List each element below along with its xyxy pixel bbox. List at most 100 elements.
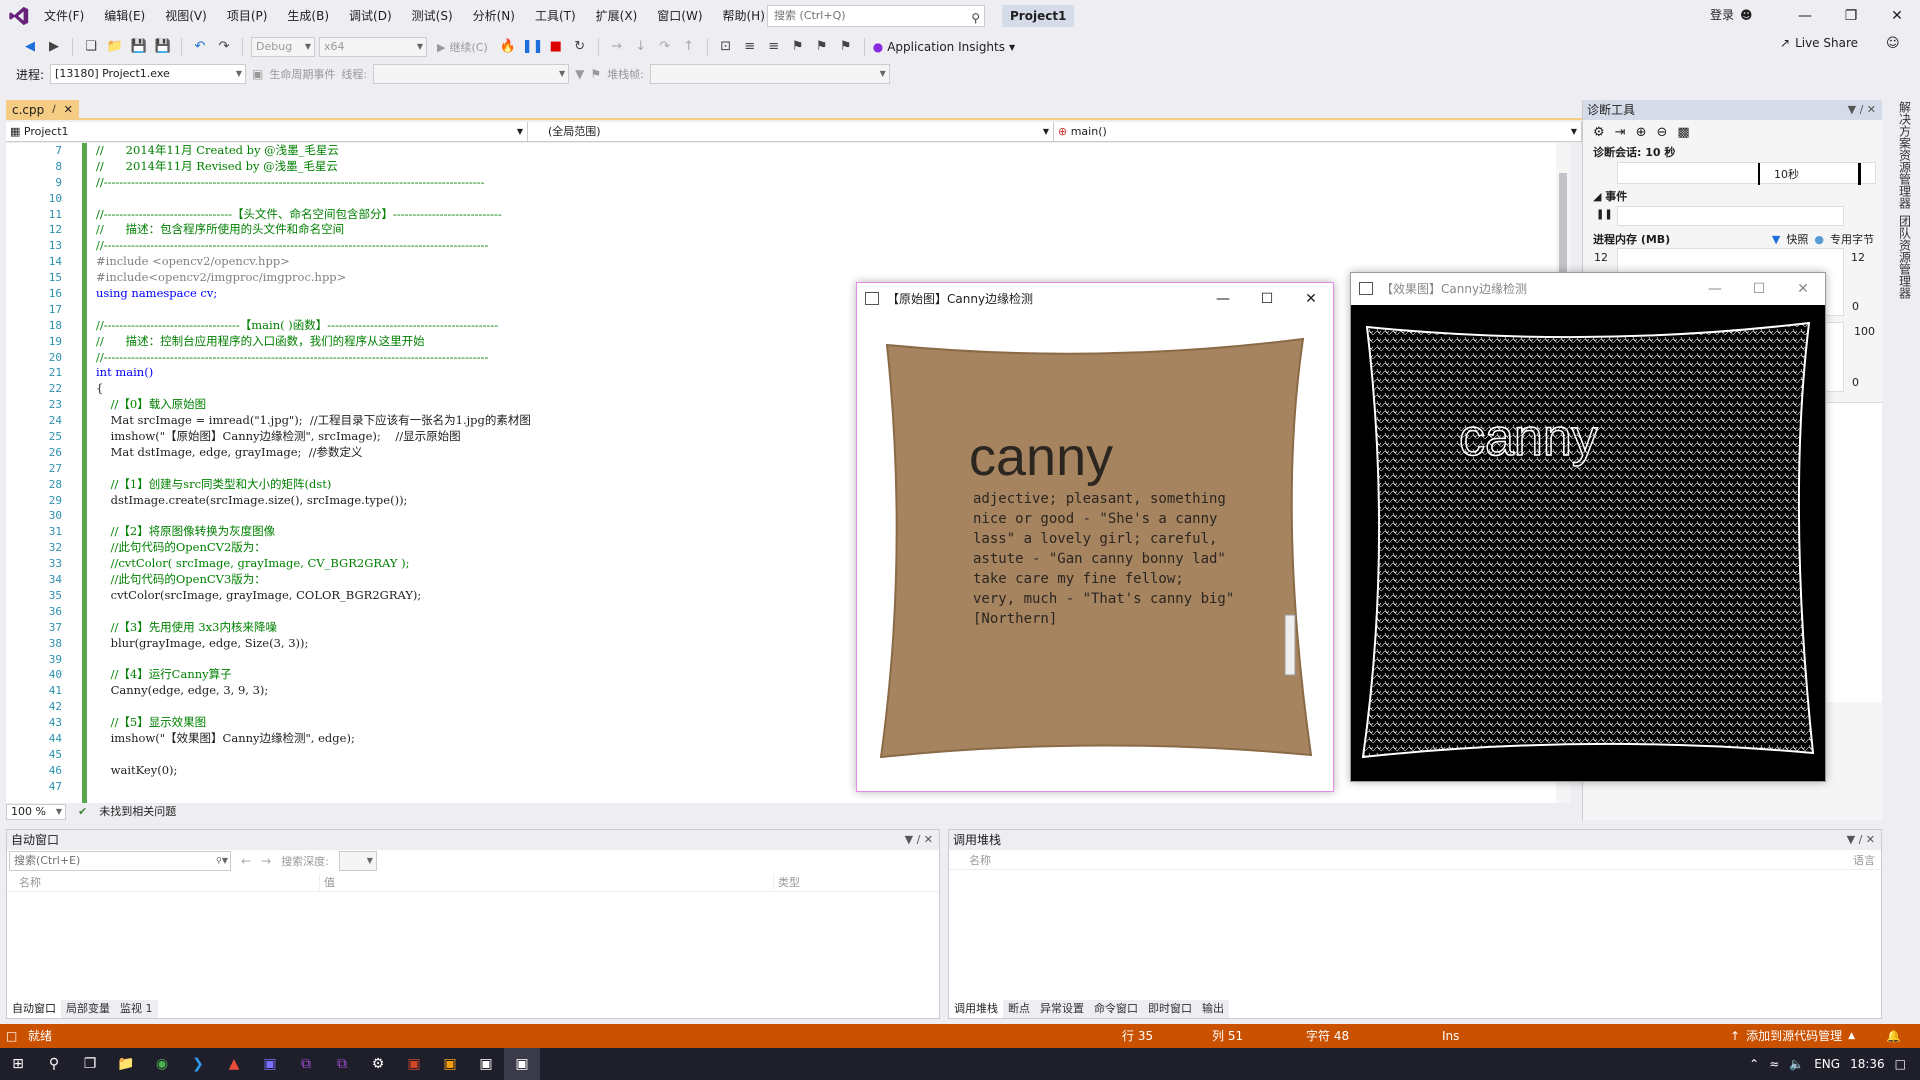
status-ins[interactable]: Ins [1442, 1024, 1459, 1048]
menu-build[interactable]: 生成(B) [279, 0, 337, 32]
code-line[interactable]: waitKey(0); [96, 763, 1556, 779]
project-dropdown[interactable]: ▦ Project1 ▼ [6, 121, 528, 142]
zoom-in-icon[interactable]: ⊕ [1636, 125, 1647, 140]
visual-studio-icon[interactable]: ⧉ [324, 1048, 360, 1080]
code-line[interactable]: //---------------------------------【头文件、… [96, 207, 1556, 223]
wifi-icon[interactable]: ≈ [1769, 1057, 1779, 1071]
menu-extensions[interactable]: 扩展(X) [588, 0, 646, 32]
zoom-select[interactable]: 100 % ▼ [6, 804, 66, 820]
edge-window-titlebar[interactable]: 【效果图】Canny边缘检测 — ☐ ✕ [1351, 273, 1825, 305]
code-line[interactable]: //【2】将原图像转换为灰度图像 [96, 524, 1556, 540]
add-to-source-control-button[interactable]: ↑ 添加到源代码管理 ▲ [1730, 1024, 1855, 1048]
minimize-button[interactable]: — [1782, 0, 1828, 32]
status-char[interactable]: 字符 48 [1306, 1024, 1349, 1048]
powerpoint-icon[interactable]: ▣ [396, 1048, 432, 1080]
status-line[interactable]: 行 35 [1122, 1024, 1153, 1048]
export-icon[interactable]: ⇥ [1615, 125, 1626, 140]
code-line[interactable]: using namespace cv; [96, 286, 1556, 302]
menu-edit[interactable]: 编辑(E) [96, 0, 153, 32]
app-window-icon[interactable]: ▣ [468, 1048, 504, 1080]
show-next-statement-icon[interactable]: → [607, 37, 627, 57]
member-dropdown[interactable]: ⊕ main() ▼ [1054, 121, 1582, 142]
events-section[interactable]: ◢ 事件 [1583, 188, 1882, 206]
code-line[interactable] [96, 652, 1556, 668]
feedback-icon[interactable]: ☺ [1886, 36, 1900, 51]
step-out-icon[interactable]: ↑ [679, 37, 699, 57]
menu-tools[interactable]: 工具(T) [527, 0, 584, 32]
step-into-icon[interactable]: ↓ [631, 37, 651, 57]
code-line[interactable]: // 描述：包含程序所使用的头文件和命名空间 [96, 222, 1556, 238]
stack-frame-select[interactable]: ▼ [649, 64, 890, 84]
code-line[interactable]: //此句代码的OpenCV2版为： [96, 540, 1556, 556]
code-line[interactable]: // 描述：控制台应用程序的入口函数，我们的程序从这里开始 [96, 334, 1556, 350]
chart-icon[interactable]: ▩ [1677, 125, 1689, 140]
code-line[interactable] [96, 508, 1556, 524]
code-line[interactable] [96, 699, 1556, 715]
restore-button[interactable]: ❐ [1828, 0, 1874, 32]
process-select[interactable]: [13180] Project1.exe ▼ [50, 64, 247, 84]
code-line[interactable]: Mat dstImage, edge, grayImage; //参数定义 [96, 445, 1556, 461]
col-name[interactable]: 名称 [7, 874, 319, 890]
code-line[interactable]: // 2014年11月 Revised by @浅墨_毛星云 [96, 159, 1556, 175]
code-line[interactable]: #include<opencv2/imgproc/imgproc.hpp> [96, 270, 1556, 286]
chrome-icon[interactable]: ◉ [144, 1048, 180, 1080]
arrow-left-icon[interactable]: ← [241, 854, 251, 868]
forward-icon[interactable]: ▶ [44, 37, 64, 57]
windows-start-icon[interactable]: ⊞ [0, 1048, 36, 1080]
menu-debug[interactable]: 调试(D) [341, 0, 400, 32]
close-button[interactable]: ✕ [1874, 0, 1920, 32]
app-icon[interactable]: ▣ [432, 1048, 468, 1080]
code-line[interactable]: //--------------------------------------… [96, 350, 1556, 366]
language-indicator[interactable]: ENG [1814, 1057, 1840, 1071]
clock[interactable]: 18:36 [1850, 1057, 1885, 1071]
tab-breakpoints[interactable]: 断点 [1003, 1000, 1035, 1018]
settings-icon[interactable]: ⚙ [1593, 125, 1605, 140]
scope-dropdown[interactable]: (全局范围) ▼ [528, 121, 1054, 142]
tab-autos[interactable]: 自动窗口 [7, 1000, 61, 1018]
platform-select[interactable]: x64 ▼ [319, 37, 427, 57]
tab-exception-settings[interactable]: 异常设置 [1035, 1000, 1089, 1018]
code-line[interactable]: //【1】创建与src同类型和大小的矩阵(dst) [96, 477, 1556, 493]
code-line[interactable]: //【0】载入原始图 [96, 397, 1556, 413]
task-view-icon[interactable]: ❐ [72, 1048, 108, 1080]
team-explorer-tab[interactable]: 团队资源管理器 [1897, 215, 1914, 299]
file-explorer-icon[interactable]: 📁 [108, 1048, 144, 1080]
visual-studio-icon[interactable]: ⧉ [288, 1048, 324, 1080]
tab-output[interactable]: 输出 [1197, 1000, 1229, 1018]
redo-icon[interactable]: ↷ [214, 37, 234, 57]
menu-help[interactable]: 帮助(H) [715, 0, 773, 32]
app-icon[interactable]: ⚙ [360, 1048, 396, 1080]
tab-immediate-window[interactable]: 即时窗口 [1143, 1000, 1197, 1018]
open-folder-icon[interactable]: 📁 [105, 37, 125, 57]
step-over-icon[interactable]: ↷ [655, 37, 675, 57]
continue-button[interactable]: ▶ 继续(C) [431, 39, 494, 55]
bookmark-icon[interactable]: ⚑ [788, 37, 808, 57]
restart-icon[interactable]: ↻ [570, 37, 590, 57]
search-depth-select[interactable]: ▼ [338, 851, 377, 871]
undo-icon[interactable]: ↶ [190, 37, 210, 57]
tab-call-stack[interactable]: 调用堆栈 [949, 1000, 1003, 1018]
code-editor[interactable]: 7 8 9 10 11 12 13 14 15 16 17 18 19 20 21 22 23 24 25 26 27 2… [6, 143, 1570, 803]
menu-analyze[interactable]: 分析(N) [465, 0, 523, 32]
minimize-button[interactable]: — [1693, 273, 1737, 305]
maximize-button[interactable]: ☐ [1245, 283, 1289, 315]
timeline-ruler[interactable]: 10秒 [1617, 162, 1876, 185]
panel-controls-icon[interactable]: ▼ ∕ ✕ [1848, 100, 1876, 120]
minimize-button[interactable]: — [1201, 283, 1245, 315]
config-select[interactable]: Debug ▼ [251, 37, 315, 57]
save-icon[interactable]: 💾 [129, 37, 149, 57]
menu-view[interactable]: 视图(V) [157, 0, 215, 32]
chevron-up-icon[interactable]: ⌃ [1749, 1057, 1759, 1071]
code-line[interactable]: // 2014年11月 Created by @浅墨_毛星云 [96, 143, 1556, 159]
original-window-titlebar[interactable]: 【原始图】Canny边缘检测 — ☐ ✕ [857, 283, 1333, 315]
code-line[interactable]: //--------------------------------------… [96, 238, 1556, 254]
tab-locals[interactable]: 局部变量 [61, 1000, 115, 1018]
col-type[interactable]: 类型 [773, 873, 800, 890]
close-button[interactable]: ✕ [1289, 283, 1333, 315]
close-button[interactable]: ✕ [1781, 273, 1825, 305]
stop-icon[interactable]: ■ [546, 37, 566, 57]
application-insights-button[interactable]: ● Application Insights ▼ [873, 40, 1015, 54]
tab-watch-1[interactable]: 监视 1 [115, 1000, 158, 1018]
lifecycle-events-button[interactable]: 生命周期事件 [269, 66, 335, 82]
code-line[interactable]: //cvtColor( srcImage, grayImage, CV_BGR2… [96, 556, 1556, 572]
